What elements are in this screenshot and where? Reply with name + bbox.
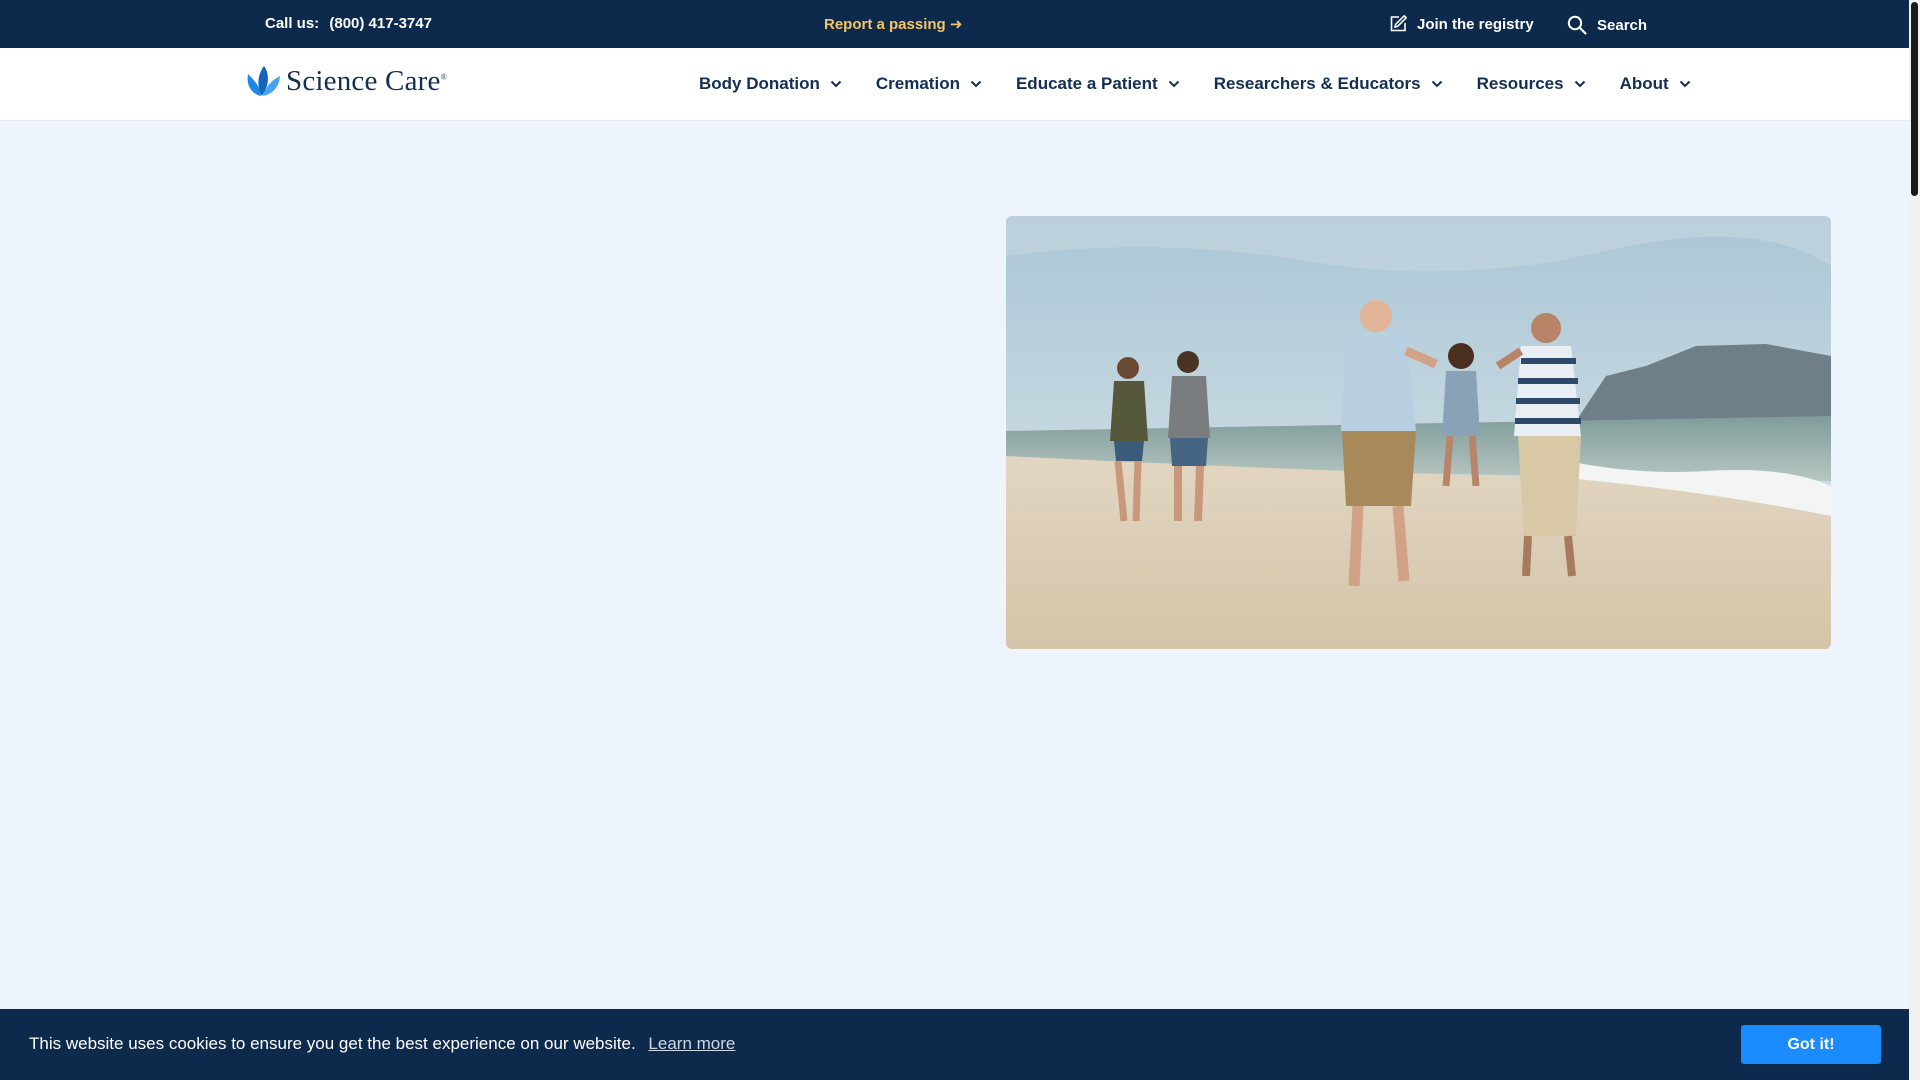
cookie-banner: This website uses cookies to ensure you … [0,1009,1909,1080]
nav-menu: Body Donation Cremation Educate a Patien… [699,48,1691,120]
nav-item-about[interactable]: About [1620,74,1691,94]
learn-more-link[interactable]: Learn more [648,1034,735,1053]
search-link[interactable]: Search [1567,13,1647,37]
chevron-down-icon [970,80,982,88]
edit-icon [1390,15,1407,32]
nav-item-label: Resources [1476,74,1564,93]
nav-item-researchers-educators[interactable]: Researchers & Educators [1214,74,1443,94]
phone-link[interactable]: (800) 417-3747 [329,15,432,32]
nav-item-educate-a-patient[interactable]: Educate a Patient [1016,74,1180,94]
nav-item-label: Researchers & Educators [1213,74,1421,93]
chevron-down-icon [830,80,842,88]
nav-item-resources[interactable]: Resources [1477,74,1586,94]
leaf-logo-icon [247,66,280,96]
nav-item-body-donation[interactable]: Body Donation [699,74,842,94]
chevron-down-icon [1431,80,1443,88]
page-scrollbar[interactable] [1909,0,1920,1080]
brand-name: Science Care® [286,65,447,98]
family-beach-photo [1006,216,1831,649]
chevron-down-icon [1574,80,1586,88]
join-registry-label: Join the registry [1417,15,1534,33]
main-navigation: Science Care® Body Donation Cremation Ed… [0,48,1909,121]
search-icon [1567,15,1587,35]
cookie-message-row: This website uses cookies to ensure you … [29,1034,735,1054]
cookie-message: This website uses cookies to ensure you … [29,1034,636,1053]
join-registry-link[interactable]: Join the registry [1388,13,1534,35]
brand-name-text: Science Care [286,64,441,97]
accept-cookies-button[interactable]: Got it! [1741,1025,1881,1064]
nav-item-label: Cremation [875,74,960,93]
call-us: Call us: (800) 417-3747 [265,15,432,32]
hero-image [1006,216,1831,649]
utility-bar: Call us: (800) 417-3747 Report a passing… [0,0,1909,48]
nav-item-cremation[interactable]: Cremation [876,74,982,94]
science-care-logo[interactable]: Science Care® [242,63,447,99]
chevron-down-icon [1679,80,1691,88]
nav-item-label: About [1619,74,1669,93]
trademark: ® [440,71,447,81]
report-a-passing-link[interactable]: Report a passing ➜ [824,15,962,33]
chevron-down-icon [1168,80,1180,88]
nav-item-label: Educate a Patient [1015,74,1158,93]
scrollbar-thumb[interactable] [1911,2,1918,196]
nav-item-label: Body Donation [699,74,820,93]
call-us-label: Call us: [265,15,320,32]
search-label: Search [1597,16,1648,34]
